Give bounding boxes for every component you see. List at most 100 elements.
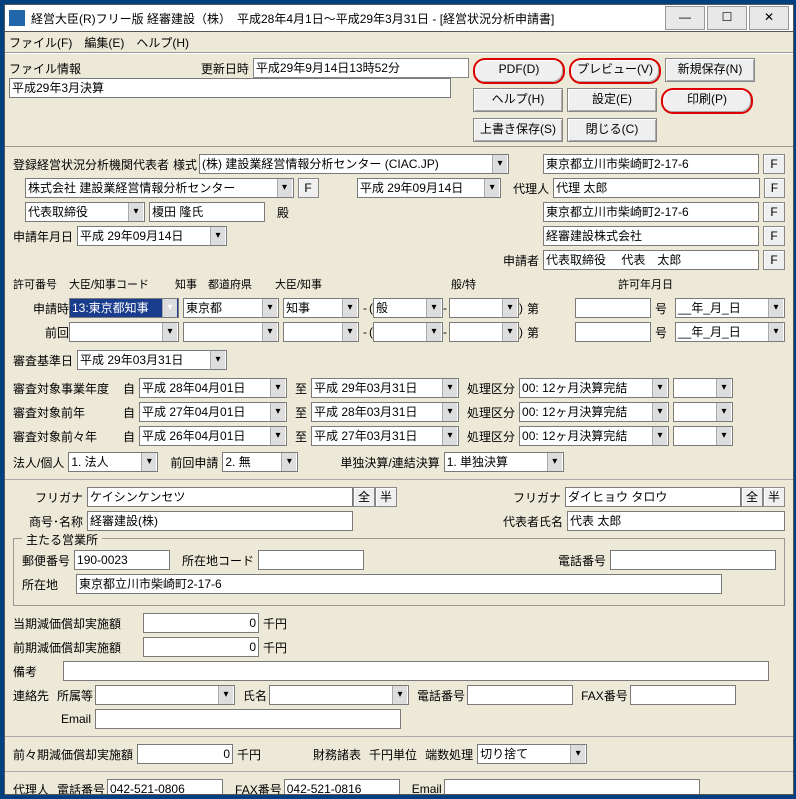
menu-help[interactable]: ヘルプ(H): [136, 34, 189, 51]
period2-extra[interactable]: [673, 402, 733, 422]
furi1-han[interactable]: 半: [375, 487, 397, 507]
permit-prev-hantoku[interactable]: [373, 322, 443, 342]
client2-f-button[interactable]: F: [763, 250, 785, 270]
remark-input[interactable]: [63, 661, 769, 681]
furi1-zen[interactable]: 全: [353, 487, 375, 507]
maximize-button[interactable]: ☐: [707, 6, 747, 30]
help-button[interactable]: ヘルプ(H): [473, 88, 563, 112]
settings-button[interactable]: 設定(E): [567, 88, 657, 112]
period2-to[interactable]: 平成 28年03月31日: [311, 402, 459, 422]
agent-f-button[interactable]: F: [764, 178, 785, 198]
permit-app-date[interactable]: __年_月_日: [675, 298, 785, 318]
preview-button[interactable]: プレビュー(V): [569, 58, 661, 84]
furigana-input[interactable]: ケイシンケンセツ: [87, 487, 353, 507]
permit-prev-num2[interactable]: [575, 322, 651, 342]
permit-app-pref[interactable]: 東京都: [183, 298, 279, 318]
pdf-button[interactable]: PDF(D): [473, 58, 565, 84]
contact-label: 連絡先: [13, 687, 49, 704]
permit-app-code[interactable]: 13:東京都知事: [69, 298, 179, 318]
contact-name-input[interactable]: [269, 685, 409, 705]
period3-from[interactable]: 平成 26年04月01日: [139, 426, 287, 446]
solo-label: 単独決算/連結決算: [340, 454, 439, 471]
permit-col4: 般/特: [451, 276, 511, 292]
dep-cur-input[interactable]: 0: [143, 613, 259, 633]
period3-extra[interactable]: [673, 426, 733, 446]
contact-tel-input[interactable]: [467, 685, 573, 705]
close-button[interactable]: 閉じる(C): [567, 118, 657, 142]
close-window-button[interactable]: ✕: [749, 6, 789, 30]
new-save-button[interactable]: 新規保存(N): [665, 58, 755, 82]
period1-extra[interactable]: [673, 378, 733, 398]
permit-col3: 大臣/知事: [275, 276, 351, 292]
contact-fax-label: FAX番号: [581, 687, 628, 704]
period1-from[interactable]: 平成 28年04月01日: [139, 378, 287, 398]
period2-from[interactable]: 平成 27年04月01日: [139, 402, 287, 422]
dep-pp-input[interactable]: 0: [137, 744, 233, 764]
permit-app-num1[interactable]: [449, 298, 519, 318]
period3-to[interactable]: 平成 27年03月31日: [311, 426, 459, 446]
permit-prev-govtype[interactable]: [283, 322, 359, 342]
legal-select[interactable]: 1. 法人: [68, 452, 158, 472]
period3-kubun[interactable]: 00: 12ヶ月決算完結: [519, 426, 669, 446]
client1-input[interactable]: 経審建設株式会社: [543, 226, 759, 246]
furi2-han[interactable]: 半: [763, 487, 785, 507]
tel-input[interactable]: [610, 550, 776, 570]
minimize-button[interactable]: —: [665, 6, 705, 30]
addr-input[interactable]: 東京都立川市柴崎町2-17-6: [76, 574, 722, 594]
permit-app-num2[interactable]: [575, 298, 651, 318]
file-info-label: ファイル情報: [9, 60, 201, 77]
round-select[interactable]: 切り捨て: [477, 744, 587, 764]
agent-fax-label: FAX番号: [235, 781, 282, 795]
dep-prev-input[interactable]: 0: [143, 637, 259, 657]
permit-prev-num1[interactable]: [449, 322, 519, 342]
company-f-button[interactable]: F: [298, 178, 319, 198]
period2-kubun[interactable]: 00: 12ヶ月決算完結: [519, 402, 669, 422]
permit-prev-code[interactable]: [69, 322, 179, 342]
agent-fax-input[interactable]: 042-521-0816: [284, 779, 400, 794]
base-date-select[interactable]: 平成 29年03月31日: [77, 350, 227, 370]
company-select[interactable]: 株式会社 建設業経営情報分析センター: [25, 178, 294, 198]
menu-file[interactable]: ファイル(F): [9, 34, 72, 51]
menu-edit[interactable]: 編集(E): [84, 34, 124, 51]
period1-to[interactable]: 平成 29年03月31日: [311, 378, 459, 398]
address2-input[interactable]: 東京都立川市柴崎町2-17-6: [543, 202, 759, 222]
person-input[interactable]: 榎田 隆氏: [149, 202, 265, 222]
role-select[interactable]: 代表取締役: [25, 202, 145, 222]
agent-tel-input[interactable]: 042-521-0806: [107, 779, 223, 794]
period1-kubun[interactable]: 00: 12ヶ月決算完結: [519, 378, 669, 398]
fin-stmt-label: 財務諸表: [313, 746, 361, 763]
permit-app-govtype[interactable]: 知事: [283, 298, 359, 318]
contact-dept-input[interactable]: [95, 685, 235, 705]
prev-apply-select[interactable]: 2. 無: [222, 452, 298, 472]
loc-code-input[interactable]: [258, 550, 364, 570]
furi2-zen[interactable]: 全: [741, 487, 763, 507]
permit-prev-date[interactable]: __年_月_日: [675, 322, 785, 342]
post-input[interactable]: 190-0023: [74, 550, 170, 570]
client-label: 申請者: [503, 252, 539, 269]
client2-input[interactable]: 代表取締役 代表 太郎: [543, 250, 759, 270]
addr-label: 所在地: [22, 576, 72, 593]
furigana2-input[interactable]: ダイヒョウ タロウ: [565, 487, 741, 507]
client1-f-button[interactable]: F: [763, 226, 785, 246]
agent-input[interactable]: 代理 太郎: [553, 178, 760, 198]
solo-select[interactable]: 1. 単独決算: [444, 452, 564, 472]
trade-name-input[interactable]: 経審建設(株): [87, 511, 353, 531]
contact-email-input[interactable]: [95, 709, 401, 729]
permit-col2: 知事 都道府県: [175, 276, 275, 292]
contact-name-label: 氏名: [243, 687, 267, 704]
print-button[interactable]: 印刷(P): [661, 88, 753, 114]
agent-email-input[interactable]: [444, 779, 700, 794]
rep-input[interactable]: 代表 太郎: [567, 511, 785, 531]
format-select[interactable]: (株) 建設業経営情報分析センター (CIAC.JP): [199, 154, 509, 174]
file-name-input[interactable]: 平成29年3月決算: [9, 78, 451, 98]
permit-prev-pref[interactable]: [183, 322, 279, 342]
overwrite-button[interactable]: 上書き保存(S): [473, 118, 563, 142]
address2-f-button[interactable]: F: [763, 202, 785, 222]
permit-app-hantoku[interactable]: 般: [373, 298, 443, 318]
address1-f-button[interactable]: F: [763, 154, 785, 174]
date1-select[interactable]: 平成 29年09月14日: [357, 178, 501, 198]
address1-input[interactable]: 東京都立川市柴崎町2-17-6: [543, 154, 759, 174]
permit-num-label: 許可番号: [13, 276, 69, 292]
contact-fax-input[interactable]: [630, 685, 736, 705]
app-date-select[interactable]: 平成 29年09月14日: [77, 226, 227, 246]
